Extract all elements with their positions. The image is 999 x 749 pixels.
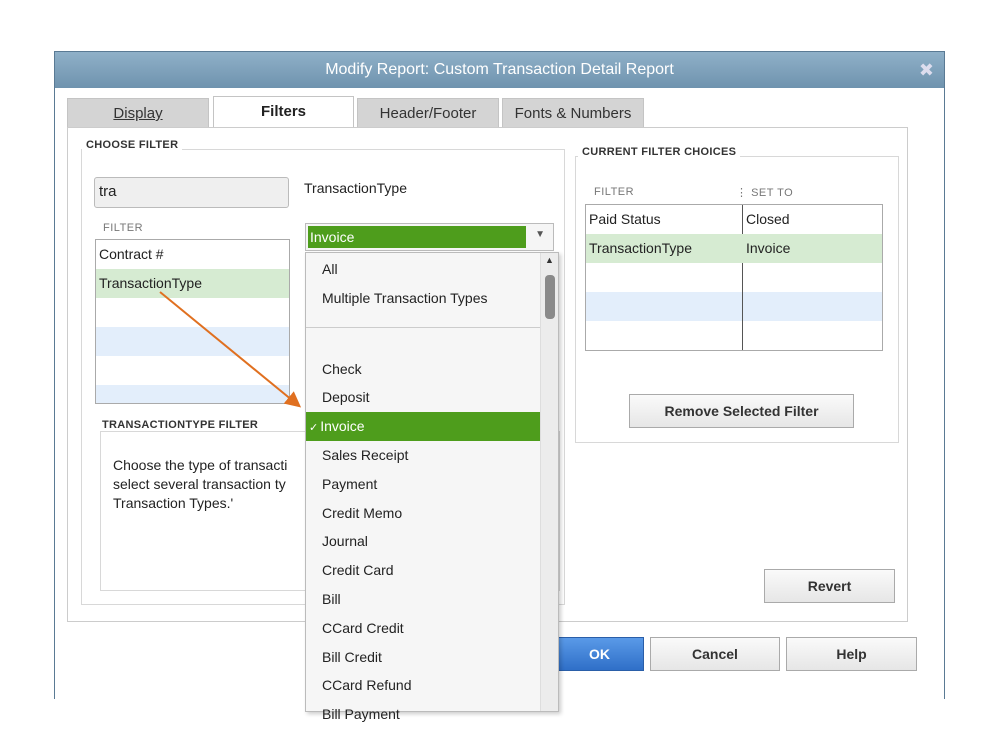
annotation-arrow: [159, 291, 302, 408]
arrow-line: [159, 291, 302, 408]
